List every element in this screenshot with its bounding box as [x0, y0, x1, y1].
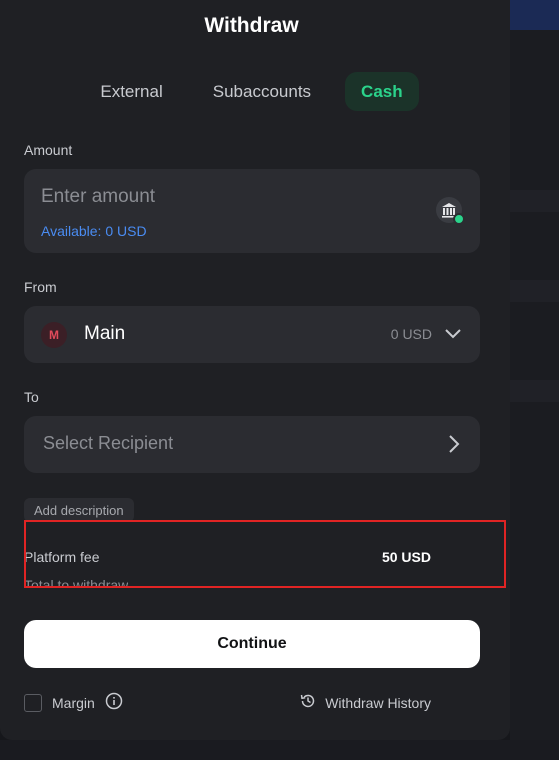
to-label: To [24, 389, 39, 405]
account-name: Main [84, 323, 126, 344]
withdraw-modal: Withdraw External Subaccounts Cash Amoun… [0, 0, 510, 740]
tab-subaccounts[interactable]: Subaccounts [197, 72, 327, 111]
amount-label: Amount [24, 142, 73, 158]
modal-title: Withdraw [204, 14, 299, 37]
account-avatar: M [41, 322, 67, 348]
continue-button[interactable]: Continue [24, 620, 480, 668]
withdraw-tabs: External Subaccounts Cash [0, 72, 503, 111]
recipient-select[interactable]: Select Recipient [24, 416, 480, 473]
recipient-placeholder: Select Recipient [43, 433, 174, 453]
margin-checkbox[interactable] [24, 693, 42, 712]
margin-label: Margin [52, 694, 95, 711]
platform-fee-highlight [24, 520, 506, 588]
bank-icon [436, 197, 465, 225]
background-panel [510, 0, 559, 760]
chevron-right-icon [444, 434, 462, 459]
amount-input[interactable]: Enter amount [41, 186, 155, 208]
add-description-button[interactable]: Add description [24, 498, 134, 522]
dollar-badge-icon [453, 213, 465, 225]
background-bottom [0, 740, 559, 760]
background-accent [510, 0, 559, 30]
background-row [510, 190, 559, 212]
amount-field[interactable]: Enter amount Available: 0 USD [24, 169, 480, 253]
info-icon[interactable] [105, 692, 123, 713]
withdraw-history-label: Withdraw History [325, 694, 431, 711]
available-balance: Available: 0 USD [41, 223, 147, 239]
history-icon [299, 692, 317, 713]
tab-cash[interactable]: Cash [345, 72, 419, 111]
account-balance: 0 USD [390, 326, 432, 342]
withdraw-history-link[interactable]: Withdraw History [299, 692, 431, 713]
margin-option: Margin [24, 692, 123, 713]
background-row [510, 380, 559, 402]
tab-external[interactable]: External [84, 72, 178, 111]
from-account-select[interactable]: M Main 0 USD [24, 306, 480, 363]
background-row [510, 280, 559, 302]
from-label: From [24, 279, 57, 295]
chevron-down-icon [444, 325, 462, 348]
